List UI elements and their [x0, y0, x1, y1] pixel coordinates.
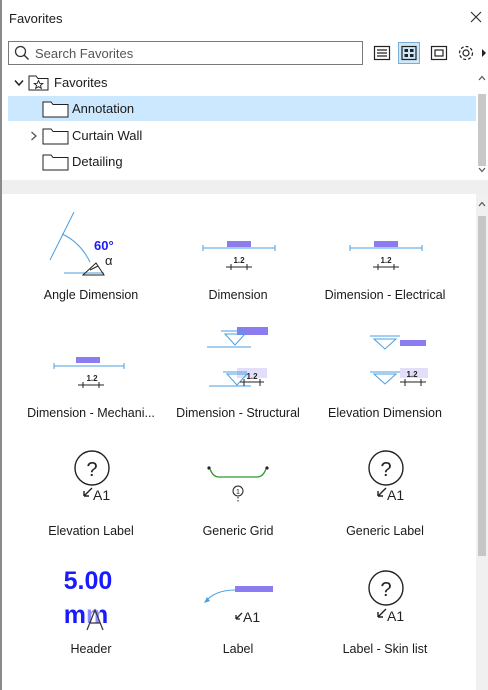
favorite-item-elevation-dimension[interactable]: 1.2 Elevation Dimension [310, 324, 460, 434]
tree-item-annotation[interactable]: Annotation [8, 96, 476, 121]
tree-item-curtain-wall[interactable]: Curtain Wall [8, 123, 476, 148]
folder-icon [42, 154, 69, 171]
gear-icon [458, 45, 486, 61]
chevron-down-icon[interactable] [13, 77, 25, 89]
label-tag: A1 [93, 487, 110, 503]
chevron-right-icon[interactable] [28, 130, 40, 142]
panel-splitter[interactable] [2, 180, 488, 194]
list-view-icon [373, 45, 391, 61]
favorite-item-dimension-mechanical[interactable]: 1.2 Dimension - Mechani... [16, 324, 166, 434]
favorites-folder-icon [28, 75, 49, 91]
favorite-item-dimension-electrical[interactable]: 1.2 Dimension - Electrical [310, 206, 460, 316]
list-view-button[interactable] [371, 42, 393, 64]
favorite-item-label: Generic Label [346, 524, 424, 538]
tree-item-label: Curtain Wall [72, 128, 143, 143]
favorite-item-dimension-structural[interactable]: 1.2 Dimension - Structural [163, 324, 313, 434]
generic-grid-icon: 1 [207, 466, 269, 502]
dimension-number: 1.2 [86, 374, 98, 383]
tree-item-label: Detailing [72, 154, 123, 169]
favorite-item-generic-label[interactable]: ? A1 Generic Label [310, 442, 460, 552]
grid-view-button[interactable] [398, 42, 420, 64]
label-question-mark: ? [380, 459, 391, 481]
grid-view-icon [401, 45, 417, 61]
label-skin-list-icon: ? A1 [368, 570, 404, 624]
label-tag: A1 [387, 487, 404, 503]
favorite-item-label-skin-list[interactable]: ? A1 Label - Skin list [310, 560, 460, 670]
angle-dimension-icon: 60° α [49, 211, 114, 276]
dimension-mechanical-icon: 1.2 [53, 357, 125, 388]
header-icon: 5.00 mm [64, 567, 113, 631]
folder-icon [42, 101, 69, 118]
search-box[interactable] [8, 41, 363, 65]
label-question-mark: ? [380, 579, 391, 601]
folder-icon [42, 128, 69, 145]
favorite-item-label[interactable]: A1 Label [163, 560, 313, 670]
label-tag: A1 [243, 609, 260, 625]
window-title: Favorites [9, 11, 63, 26]
dimension-number: 1.2 [406, 370, 418, 379]
dimension-number: 1.2 [246, 372, 258, 381]
tree-item-label: Favorites [54, 75, 108, 90]
dimension-electrical-icon: 1.2 [349, 241, 423, 270]
favorite-item-elevation-label[interactable]: ? A1 Elevation Label [16, 442, 166, 552]
favorite-item-header[interactable]: 5.00 mm Header [16, 560, 166, 670]
dimension-structural-icon: 1.2 [207, 327, 268, 387]
scroll-up-icon[interactable] [476, 196, 488, 212]
favorite-item-label: Dimension - Electrical [324, 288, 446, 302]
label-question-mark: ? [86, 459, 97, 481]
favorite-item-angle-dimension[interactable]: 60° α Angle Dimension [16, 206, 166, 316]
alpha-symbol: α [105, 253, 113, 268]
grid-marker-number: 1 [236, 489, 240, 496]
settings-button[interactable] [456, 42, 488, 64]
elevation-label-icon: ? A1 [74, 450, 110, 503]
header-value: 5.00 [64, 567, 113, 595]
search-input[interactable] [35, 44, 355, 62]
favorites-tree: Favorites Annotation Curtain Wall Detail… [8, 70, 476, 178]
close-icon [470, 11, 482, 23]
tree-item-label: Annotation [72, 101, 135, 116]
dimension-icon: 1.2 [202, 241, 276, 270]
scroll-arrows-icon [478, 75, 486, 173]
tree-scrollbar[interactable] [476, 70, 488, 178]
close-button[interactable] [466, 7, 486, 27]
tree-item-detailing[interactable]: Detailing [8, 149, 476, 174]
generic-label-icon: ? A1 [368, 450, 404, 503]
dimension-number: 1.2 [380, 256, 392, 265]
title-bar: Favorites [2, 0, 488, 38]
preview-view-button[interactable] [428, 42, 450, 64]
favorite-item-dimension[interactable]: 1.2 Dimension [163, 206, 313, 316]
elevation-dimension-icon: 1.2 [370, 335, 428, 386]
grid-scrollbar[interactable] [476, 194, 488, 690]
label-tag: A1 [387, 608, 404, 624]
favorite-item-label: Elevation Dimension [328, 406, 442, 420]
favorite-item-label: Label - Skin list [342, 642, 428, 656]
favorites-grid: 60° α Angle Dimension 1.2 Dimension 1.2 … [2, 194, 474, 690]
grid-scrollbar-thumb[interactable] [478, 216, 486, 556]
angle-value: 60° [94, 238, 114, 253]
favorite-item-generic-grid[interactable]: 1 Generic Grid [163, 442, 313, 552]
search-icon [14, 45, 29, 60]
label-icon: A1 [204, 586, 273, 625]
tree-item-favorites[interactable]: Favorites [8, 70, 476, 95]
preview-view-icon [430, 45, 448, 61]
dimension-number: 1.2 [233, 256, 245, 265]
